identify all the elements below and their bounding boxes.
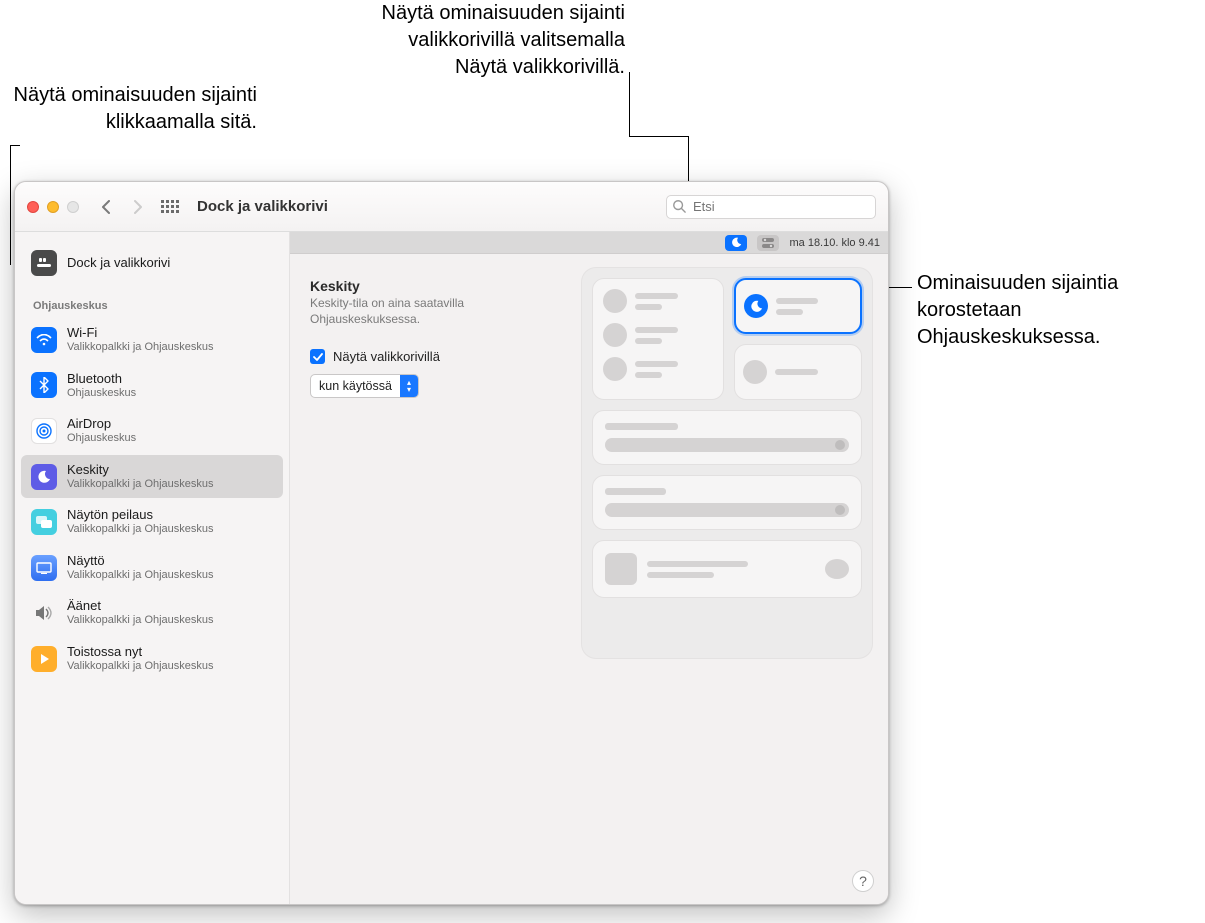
sidebar-item-label: Näyttö (67, 554, 214, 569)
detail-content: Keskity Keskity-tila on aina saatavilla … (310, 278, 570, 398)
sidebar: Dock ja valikkorivi Ohjauskeskus Wi-Fi V… (15, 232, 290, 904)
show-all-button[interactable] (159, 196, 181, 218)
help-button[interactable]: ? (852, 870, 874, 892)
sidebar-item-wifi[interactable]: Wi-Fi Valikkopalkki ja Ohjauskeskus (21, 318, 283, 362)
cc-now-playing-card (592, 540, 862, 598)
wifi-icon (31, 327, 57, 353)
cc-placeholder-icon (603, 289, 627, 313)
cc-placeholder-icon (743, 360, 767, 384)
detail-heading: Keskity (310, 278, 570, 294)
zoom-icon[interactable] (67, 201, 79, 213)
sidebar-item-sound[interactable]: Äänet Valikkopalkki ja Ohjauskeskus (21, 591, 283, 635)
sidebar-item-label: Keskity (67, 463, 214, 478)
sidebar-item-label: Wi-Fi (67, 326, 214, 341)
sidebar-item-display[interactable]: Näyttö Valikkopalkki ja Ohjauskeskus (21, 546, 283, 590)
airdrop-icon (31, 418, 57, 444)
chevron-up-down-icon: ▴▾ (400, 375, 418, 397)
sidebar-item-label: Äänet (67, 599, 214, 614)
sidebar-item-airdrop[interactable]: AirDrop Ohjauskeskus (21, 409, 283, 453)
callout-leader (10, 145, 11, 265)
sidebar-item-label: AirDrop (67, 417, 136, 432)
sidebar-item-sub: Valikkopalkki ja Ohjauskeskus (67, 660, 214, 673)
sidebar-item-screen-mirror[interactable]: Näytön peilaus Valikkopalkki ja Ohjauske… (21, 500, 283, 544)
cc-artwork-placeholder (605, 553, 637, 585)
cc-placeholder-icon (603, 323, 627, 347)
prefs-window: Dock ja valikkorivi Dock ja valikkorivi … (14, 181, 889, 905)
mirror-icon (31, 509, 57, 535)
sidebar-item-sub: Valikkopalkki ja Ohjauskeskus (67, 478, 214, 491)
callout-leader (629, 72, 630, 136)
play-icon (31, 646, 57, 672)
sidebar-item-label: Toistossa nyt (67, 645, 214, 660)
cc-slider-card (592, 410, 862, 465)
window-title: Dock ja valikkorivi (197, 198, 328, 215)
minimize-icon[interactable] (47, 201, 59, 213)
checkbox-icon[interactable] (310, 349, 325, 364)
sidebar-heading: Ohjauskeskus (21, 286, 283, 318)
sidebar-top-dock[interactable]: Dock ja valikkorivi (21, 242, 283, 284)
callout-leader (629, 136, 689, 137)
cc-placeholder-icon (603, 357, 627, 381)
detail-pane: ma 18.10. klo 9.41 Keskity Keskity-tila … (290, 232, 888, 904)
moon-icon (744, 294, 768, 318)
menubar-date: ma 18.10. klo 9.41 (789, 237, 880, 249)
moon-icon (31, 464, 57, 490)
callout-top-mid: Näytä ominaisuuden sijainti valikkorivil… (370, 0, 625, 81)
sidebar-item-keskity[interactable]: Keskity Valikkopalkki ja Ohjauskeskus (21, 455, 283, 499)
control-center-preview (582, 268, 872, 658)
search-field-wrap (666, 195, 876, 219)
sound-icon (31, 600, 57, 626)
sidebar-top-label: Dock ja valikkorivi (67, 256, 170, 271)
sidebar-item-sub: Valikkopalkki ja Ohjauskeskus (67, 614, 214, 627)
display-icon (31, 555, 57, 581)
when-dropdown[interactable]: kun käytössä ▴▾ (310, 374, 419, 398)
sidebar-item-label: Bluetooth (67, 372, 136, 387)
back-button[interactable] (95, 196, 117, 218)
cc-connectivity-card (592, 278, 724, 400)
sidebar-item-sub: Valikkopalkki ja Ohjauskeskus (67, 523, 214, 536)
detail-sub: Keskity-tila on aina saatavilla Ohjauske… (310, 296, 570, 327)
close-icon[interactable] (27, 201, 39, 213)
sidebar-item-sub: Ohjauskeskus (67, 432, 136, 445)
cc-placeholder-icon (825, 559, 849, 579)
window-controls (27, 201, 79, 213)
cc-slider-card (592, 475, 862, 530)
callout-leader (10, 145, 20, 146)
cc-focus-tile (734, 278, 862, 334)
checkbox-label: Näytä valikkorivillä (333, 349, 440, 364)
callout-top-left: Näytä ominaisuuden sijainti klikkaamalla… (12, 82, 257, 136)
callout-right: Ominaisuuden sijaintia korostetaan Ohjau… (917, 270, 1192, 351)
menubar-control-center-icon (757, 235, 779, 251)
dock-icon (31, 250, 57, 276)
sidebar-item-label: Näytön peilaus (67, 508, 214, 523)
sidebar-item-now-playing[interactable]: Toistossa nyt Valikkopalkki ja Ohjauskes… (21, 637, 283, 681)
dropdown-value: kun käytössä (311, 379, 400, 393)
forward-button[interactable] (127, 196, 149, 218)
mock-menubar: ma 18.10. klo 9.41 (290, 232, 888, 254)
sidebar-item-sub: Ohjauskeskus (67, 387, 136, 400)
sidebar-item-bluetooth[interactable]: Bluetooth Ohjauskeskus (21, 364, 283, 408)
search-input[interactable] (666, 195, 876, 219)
show-in-menubar-row[interactable]: Näytä valikkorivillä (310, 349, 570, 364)
bluetooth-icon (31, 372, 57, 398)
titlebar: Dock ja valikkorivi (15, 182, 888, 232)
menubar-focus-icon (725, 235, 747, 251)
sidebar-item-sub: Valikkopalkki ja Ohjauskeskus (67, 341, 214, 354)
cc-generic-tile (734, 344, 862, 400)
sidebar-item-sub: Valikkopalkki ja Ohjauskeskus (67, 569, 214, 582)
search-icon (672, 199, 686, 213)
